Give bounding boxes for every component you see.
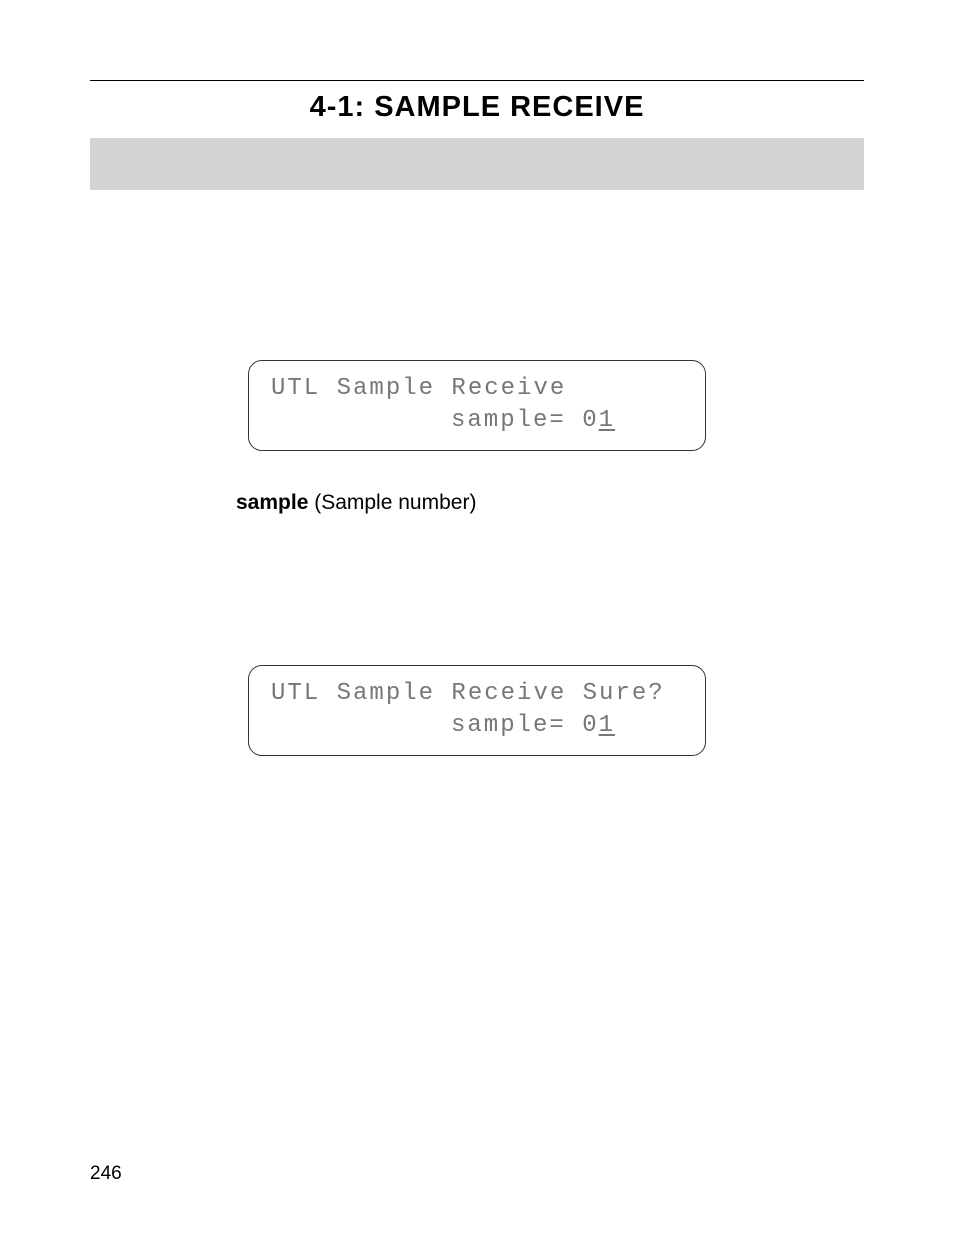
section-title: 4-1: SAMPLE RECEIVE	[90, 91, 864, 124]
parameter-label: sample (Sample number)	[236, 491, 864, 515]
lcd1-line1: UTL Sample Receive	[271, 373, 683, 405]
lcd-display-2: UTL Sample Receive Sure? sample= 01	[248, 665, 706, 756]
lcd2-line2: sample= 01	[271, 710, 683, 742]
lcd2-line1: UTL Sample Receive Sure?	[271, 678, 683, 710]
document-page: 4-1: SAMPLE RECEIVE UTL Sample Receive s…	[0, 0, 954, 1235]
lcd2-line2-prefix: sample= 0	[451, 712, 599, 739]
lcd-display-1: UTL Sample Receive sample= 01	[248, 360, 706, 451]
subtitle-band	[90, 138, 864, 190]
lcd1-line2-prefix: sample= 0	[451, 407, 599, 434]
parameter-desc: (Sample number)	[308, 491, 476, 514]
lcd1-line2-cursor: 1	[599, 407, 615, 434]
lcd2-line2-cursor: 1	[599, 712, 615, 739]
lcd1-line2: sample= 01	[271, 405, 683, 437]
top-rule	[90, 80, 864, 81]
parameter-name: sample	[236, 491, 308, 514]
page-number: 246	[90, 1163, 122, 1185]
